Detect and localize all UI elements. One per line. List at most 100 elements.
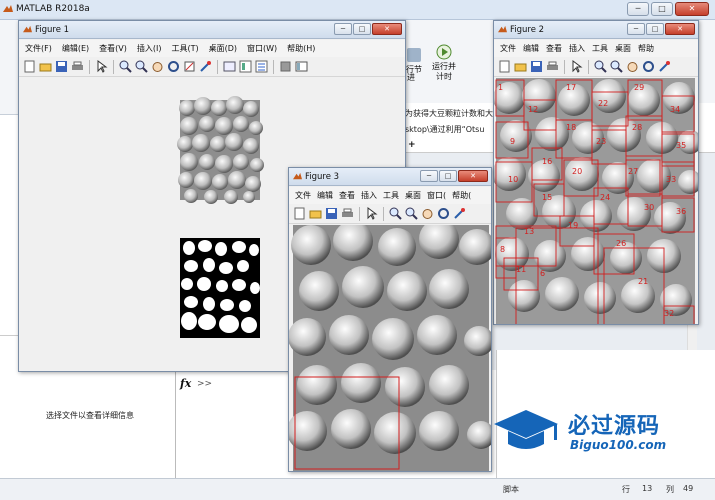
menu-help[interactable]: 帮助( xyxy=(451,190,472,201)
figure2-close-button[interactable]: ✕ xyxy=(665,23,695,35)
editor-line-1[interactable]: 为获得大豆颗粒计数和大 xyxy=(405,108,495,119)
run-time-label: 运行并 计时 xyxy=(432,62,456,81)
save-icon[interactable] xyxy=(530,60,543,73)
menu-view[interactable]: 查看(V) xyxy=(98,43,128,54)
figure2-minimize-button[interactable]: ─ xyxy=(627,23,645,35)
print-icon[interactable] xyxy=(546,60,559,73)
menu-edit[interactable]: 编辑 xyxy=(316,190,334,201)
menu-desktop[interactable]: 桌面 xyxy=(614,43,632,54)
figure3-title-bar[interactable]: Figure 3 ─ □ ✕ xyxy=(289,168,491,186)
save-icon[interactable] xyxy=(325,207,338,220)
menu-help[interactable]: 帮助 xyxy=(637,43,655,54)
region-label: 9 xyxy=(510,137,515,146)
figure1-toolbar xyxy=(19,57,405,77)
zoom-out-icon[interactable] xyxy=(405,207,418,220)
figure3-close-button[interactable]: ✕ xyxy=(458,170,488,182)
pointer-icon[interactable] xyxy=(365,207,378,220)
figure1-title-bar[interactable]: Figure 1 ─ □ ✕ xyxy=(19,21,405,39)
link-plot-icon[interactable] xyxy=(223,60,236,73)
data-cursor-icon[interactable] xyxy=(183,60,196,73)
menu-tools[interactable]: 工具(T) xyxy=(170,43,199,54)
pointer-icon[interactable] xyxy=(95,60,108,73)
menu-edit[interactable]: 编辑 xyxy=(522,43,540,54)
pan-icon[interactable] xyxy=(151,60,164,73)
toolbar-separator xyxy=(273,59,274,74)
menu-desktop[interactable]: 桌面 xyxy=(404,190,422,201)
menu-desktop[interactable]: 桌面(D) xyxy=(208,43,238,54)
minimize-button[interactable]: ─ xyxy=(627,2,649,16)
insert-legend-icon[interactable] xyxy=(255,60,268,73)
brush-icon[interactable] xyxy=(658,60,671,73)
menu-insert[interactable]: 插入(I) xyxy=(136,43,163,54)
run-and-time-button[interactable]: 运行并 计时 xyxy=(428,42,460,82)
menu-tools[interactable]: 工具 xyxy=(591,43,609,54)
figure2-menubar: 文件 编辑 查看 插入 工具 桌面 帮助 xyxy=(494,40,698,57)
figure1-maximize-button[interactable]: □ xyxy=(353,23,371,35)
figure1-minimize-button[interactable]: ─ xyxy=(334,23,352,35)
close-button[interactable]: ✕ xyxy=(675,2,709,16)
toolbar-separator xyxy=(217,59,218,74)
open-file-icon[interactable] xyxy=(514,60,527,73)
insert-colorbar-icon[interactable] xyxy=(239,60,252,73)
rotate-icon[interactable] xyxy=(642,60,655,73)
region-label: 34 xyxy=(670,105,680,114)
zoom-in-icon[interactable] xyxy=(389,207,402,220)
region-label: 12 xyxy=(528,105,538,114)
status-col: 49 xyxy=(683,484,694,493)
region-label: 19 xyxy=(568,221,578,230)
menu-window[interactable]: 窗口(W) xyxy=(246,43,278,54)
brush-icon[interactable] xyxy=(199,60,212,73)
figure3-canvas[interactable] xyxy=(289,219,491,471)
open-file-icon[interactable] xyxy=(309,207,322,220)
figure1-close-button[interactable]: ✕ xyxy=(372,23,402,35)
figure2-window[interactable]: Figure 2 ─ □ ✕ 文件 编辑 查看 插入 工具 桌面 帮助 1 12… xyxy=(493,20,699,325)
region-label: 23 xyxy=(596,137,606,146)
menu-view[interactable]: 查看 xyxy=(545,43,563,54)
print-icon[interactable] xyxy=(341,207,354,220)
rotate-icon[interactable] xyxy=(167,60,180,73)
figure2-title-bar[interactable]: Figure 2 ─ □ ✕ xyxy=(494,21,698,39)
menu-file[interactable]: 文件 xyxy=(294,190,312,201)
menu-tools[interactable]: 工具 xyxy=(382,190,400,201)
hide-plot-tools-icon[interactable] xyxy=(279,60,292,73)
matlab-logo-icon xyxy=(3,5,13,12)
pan-icon[interactable] xyxy=(626,60,639,73)
zoom-in-icon[interactable] xyxy=(594,60,607,73)
show-plot-tools-icon[interactable] xyxy=(295,60,308,73)
zoom-in-icon[interactable] xyxy=(119,60,132,73)
open-file-icon[interactable] xyxy=(39,60,52,73)
rotate-icon[interactable] xyxy=(437,207,450,220)
region-label: 35 xyxy=(676,141,686,150)
figure3-image xyxy=(289,219,491,471)
add-tab-icon[interactable]: + xyxy=(408,140,420,150)
new-figure-icon[interactable] xyxy=(498,60,511,73)
pointer-icon[interactable] xyxy=(570,60,583,73)
menu-insert[interactable]: 插入 xyxy=(360,190,378,201)
menu-file[interactable]: 文件 xyxy=(499,43,517,54)
maximize-button[interactable]: □ xyxy=(651,2,673,16)
zoom-out-icon[interactable] xyxy=(135,60,148,73)
region-label: 16 xyxy=(542,157,552,166)
menu-view[interactable]: 查看 xyxy=(338,190,356,201)
figure3-minimize-button[interactable]: ─ xyxy=(420,170,438,182)
new-figure-icon[interactable] xyxy=(293,207,306,220)
brush-icon[interactable] xyxy=(453,207,466,220)
menu-window[interactable]: 窗口( xyxy=(426,190,447,201)
menu-file[interactable]: 文件(F) xyxy=(24,43,53,54)
menu-insert[interactable]: 插入 xyxy=(568,43,586,54)
save-icon[interactable] xyxy=(55,60,68,73)
fx-icon[interactable]: fx xyxy=(180,377,191,390)
menu-help[interactable]: 帮助(H) xyxy=(286,43,316,54)
print-icon[interactable] xyxy=(71,60,84,73)
zoom-out-icon[interactable] xyxy=(610,60,623,73)
editor-line-2[interactable]: sktop\通过利用“Otsu xyxy=(405,124,495,135)
pan-icon[interactable] xyxy=(421,207,434,220)
figure3-maximize-button[interactable]: □ xyxy=(439,170,457,182)
figure3-window[interactable]: Figure 3 ─ □ ✕ 文件 编辑 查看 插入 工具 桌面 窗口( 帮助( xyxy=(288,167,492,472)
new-figure-icon[interactable] xyxy=(23,60,36,73)
figure2-canvas[interactable]: 1 12 17 22 29 34 9 18 23 28 16 20 27 33 … xyxy=(494,78,698,324)
menu-edit[interactable]: 编辑(E) xyxy=(61,43,90,54)
figure2-maximize-button[interactable]: □ xyxy=(646,23,664,35)
section-icon xyxy=(407,48,421,62)
graduation-cap-icon xyxy=(494,410,558,449)
